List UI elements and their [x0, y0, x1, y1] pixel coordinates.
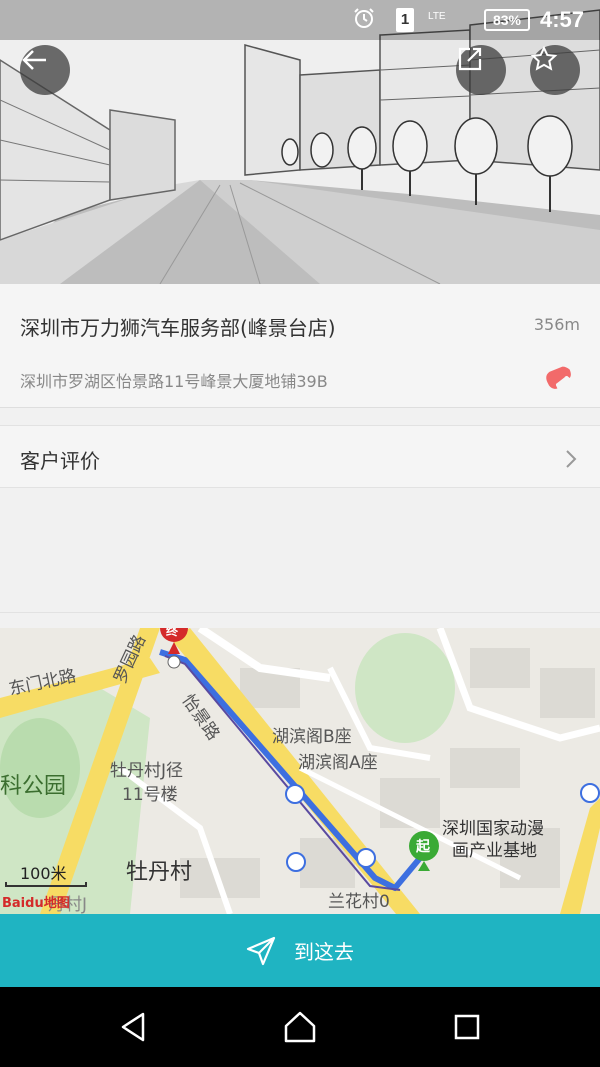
- map-label-mudan-j: 牡丹村J径: [110, 761, 184, 781]
- header-image: 1 LTE 83% 4:57: [0, 0, 600, 284]
- battery-indicator: 83%: [484, 6, 530, 34]
- reviews-label: 客户评价: [20, 449, 100, 473]
- chevron-right-icon: [566, 450, 577, 468]
- sim-icon: 1: [396, 6, 416, 34]
- clock: 4:57: [540, 7, 585, 32]
- star-icon: [530, 45, 558, 71]
- navigation-arrow-icon: [246, 936, 276, 965]
- system-back-button[interactable]: [113, 1007, 153, 1047]
- map-label-mudan-village: 牡丹村: [126, 860, 193, 885]
- map-scale-label: 100米: [20, 864, 67, 883]
- arrow-left-icon: [22, 50, 46, 70]
- system-navigation-bar: [0, 987, 600, 1067]
- navigate-here-label: 到这去: [294, 940, 354, 964]
- empty-content-area: [0, 489, 600, 613]
- map-label-hubin-a: 湖滨阁A座: [298, 753, 378, 773]
- battery-level: 83%: [484, 9, 530, 31]
- status-bar: 1 LTE 83% 4:57: [0, 0, 600, 40]
- street-sketch-illustration: [0, 0, 600, 284]
- sim-slot-label: 1: [396, 8, 414, 32]
- distance-label: 356m: [533, 315, 580, 334]
- map-label-hubin-b: 湖滨阁B座: [272, 727, 352, 747]
- triangle-back-icon: [121, 1012, 145, 1042]
- alarm-icon: [352, 6, 378, 34]
- map-label-anime-base-2: 画产业基地: [452, 841, 537, 861]
- back-button[interactable]: [20, 45, 70, 95]
- system-home-button[interactable]: [280, 1007, 320, 1047]
- navigate-here-button[interactable]: 到这去: [0, 914, 600, 987]
- shop-name: 深圳市万力狮汽车服务部(峰景台店): [20, 316, 336, 340]
- customer-reviews-row[interactable]: 客户评价: [0, 425, 600, 488]
- phone-icon: [546, 366, 571, 389]
- map-label-lanhua: 兰花村0: [328, 892, 390, 912]
- system-recents-button[interactable]: [447, 1007, 487, 1047]
- route-map[interactable]: 东门北路 罗园路 怡景路 科公园 牡丹村J径 11号楼 牡丹村 湖滨阁B座 湖滨…: [0, 628, 600, 914]
- map-label-building-11: 11号楼: [122, 785, 178, 805]
- map-label-park: 科公园: [0, 774, 67, 799]
- start-marker: 起: [416, 839, 430, 855]
- call-button[interactable]: [538, 358, 578, 398]
- favorite-button[interactable]: [530, 45, 580, 95]
- share-button[interactable]: [456, 45, 506, 95]
- square-recents-icon: [454, 1014, 480, 1040]
- home-icon: [284, 1011, 316, 1043]
- share-icon: [458, 47, 482, 71]
- shop-address: 深圳市罗湖区怡景路11号峰景大厦地铺39B: [20, 372, 328, 391]
- baidu-map-logo: Baidu地图: [2, 896, 70, 911]
- screen: 1 LTE 83% 4:57 深圳市万力狮汽车服务部(峰景台店) 356m 深圳…: [0, 0, 600, 1067]
- end-marker: 终: [166, 628, 179, 638]
- network-type-label: LTE: [428, 10, 446, 22]
- shop-info-card: 深圳市万力狮汽车服务部(峰景台店) 356m 深圳市罗湖区怡景路11号峰景大厦地…: [0, 284, 600, 408]
